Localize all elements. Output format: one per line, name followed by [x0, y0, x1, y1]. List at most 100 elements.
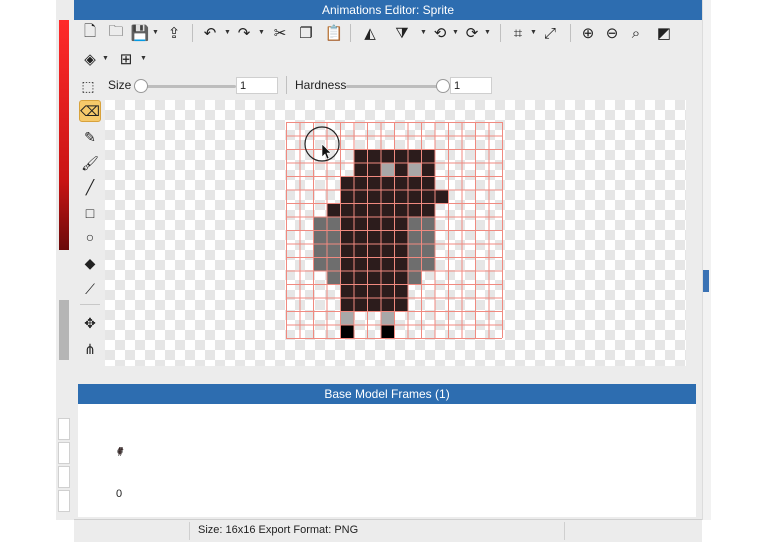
- sprite-pixel: [367, 149, 381, 163]
- color-toggle-icon[interactable]: ◩: [654, 23, 674, 43]
- thumbnail-pixel: [120, 452, 122, 454]
- sprite-pixel: [313, 230, 327, 244]
- thumbnail-pixel: [117, 450, 119, 452]
- dropdown-caret-icon[interactable]: ▼: [530, 23, 538, 43]
- eyedropper-tool-icon[interactable]: ⟋: [79, 278, 101, 300]
- flip-vertical-icon[interactable]: ⧩: [392, 23, 412, 43]
- copy-icon[interactable]: ❐: [296, 23, 316, 43]
- thumbnail-pixel: [122, 448, 123, 450]
- thumbnail-pixel: [121, 451, 123, 453]
- thumbnail-pixel: [120, 452, 121, 453]
- selection-marquee-icon[interactable]: ⬚: [78, 76, 98, 96]
- sprite-pixel: [394, 230, 408, 244]
- thumbnail-pixel: [119, 449, 121, 450]
- open-folder-icon[interactable]: 🗀: [106, 23, 126, 43]
- hardness-slider[interactable]: [346, 85, 446, 88]
- undo-icon[interactable]: ↶: [200, 23, 220, 43]
- dropdown-caret-icon[interactable]: ▼: [140, 49, 148, 69]
- paste-icon[interactable]: 📋: [324, 23, 344, 43]
- ellipse-tool-icon[interactable]: ○: [79, 226, 101, 248]
- grid-icon[interactable]: ⊞: [116, 49, 136, 69]
- zoom-in-icon[interactable]: ⊕: [578, 23, 598, 43]
- sprite-pixel: [380, 176, 394, 190]
- thumbnail-pixel: [121, 450, 123, 451]
- flip-horizontal-icon[interactable]: ◭: [360, 23, 380, 43]
- thumbnail-pixel: [120, 447, 121, 449]
- eraser-tool-icon[interactable]: ⌫: [79, 100, 101, 122]
- status-separator: [564, 522, 565, 540]
- save-icon[interactable]: 💾: [130, 23, 150, 43]
- zoom-fit-icon[interactable]: ⌕: [626, 23, 646, 43]
- rotate-left-icon[interactable]: ⟲: [430, 23, 450, 43]
- sprite-pixel: [407, 162, 421, 176]
- thumbnail-pixel: [119, 452, 120, 453]
- dropdown-caret-icon[interactable]: ▼: [224, 23, 232, 43]
- thumbnail-pixel: [120, 454, 121, 456]
- dropdown-caret-icon[interactable]: ▼: [258, 23, 266, 43]
- sprite-pixel: [380, 203, 394, 217]
- frame-thumbnail[interactable]: [116, 446, 126, 458]
- rectangle-tool-icon[interactable]: □: [79, 202, 101, 224]
- size-slider[interactable]: [134, 85, 236, 88]
- zoom-out-icon[interactable]: ⊖: [602, 23, 622, 43]
- sprite-pixel: [421, 203, 435, 217]
- thumbnail-pixel: [117, 452, 119, 454]
- resize-icon[interactable]: ⤢: [540, 23, 560, 43]
- brush-tool-icon[interactable]: 🖌: [79, 152, 101, 174]
- sprite-pixel: [394, 149, 408, 163]
- sprite-pixel: [407, 270, 421, 284]
- move-tool-icon[interactable]: ✥: [79, 312, 101, 334]
- thumbnail-pixel: [118, 448, 120, 450]
- dropdown-caret-icon[interactable]: ▼: [152, 23, 160, 43]
- thumbnail-pixel: [120, 447, 122, 449]
- sprite-pixel: [340, 284, 354, 298]
- size-slider-thumb[interactable]: [134, 79, 148, 93]
- thumbnail-pixel: [119, 452, 120, 454]
- redo-icon[interactable]: ↷: [234, 23, 254, 43]
- thumbnail-pixel: [122, 450, 123, 452]
- pivot-tool-icon[interactable]: ⋔: [79, 338, 101, 360]
- hardness-slider-thumb[interactable]: [436, 79, 450, 93]
- fill-bucket-tool-icon[interactable]: ◆: [79, 252, 101, 274]
- sprite-pixel: [421, 243, 435, 257]
- hardness-field[interactable]: 1: [450, 77, 492, 94]
- sprite-pixel: [407, 189, 421, 203]
- thumbnail-pixel: [119, 452, 121, 453]
- thumbnail-pixel: [121, 450, 123, 452]
- sprite-pixel: [394, 203, 408, 217]
- dropdown-caret-icon[interactable]: ▼: [484, 23, 492, 43]
- sprite-pixel: [353, 284, 367, 298]
- crop-icon[interactable]: ⌗: [508, 23, 528, 43]
- thumbnail-pixel: [119, 450, 120, 451]
- background-fields: [58, 418, 70, 512]
- sprite-pixel: [367, 189, 381, 203]
- sprite-pixel: [353, 230, 367, 244]
- thumbnail-pixel: [120, 451, 121, 453]
- sprite-pixel: [340, 243, 354, 257]
- line-tool-icon[interactable]: ╱: [79, 176, 101, 198]
- dropdown-caret-icon[interactable]: ▼: [420, 23, 428, 43]
- sprite-pixel: [380, 311, 394, 325]
- sprite-pixel: [353, 297, 367, 311]
- pencil-tool-icon[interactable]: ✎: [79, 126, 101, 148]
- drawing-canvas[interactable]: [105, 100, 686, 366]
- thumbnail-pixel: [122, 447, 123, 448]
- sprite-pixel: [367, 270, 381, 284]
- frames-header: Base Model Frames (1): [78, 384, 696, 404]
- cut-icon[interactable]: ✂: [270, 23, 290, 43]
- dropdown-caret-icon[interactable]: ▼: [102, 49, 110, 69]
- sprite-canvas[interactable]: [286, 122, 505, 341]
- dropdown-caret-icon[interactable]: ▼: [452, 23, 460, 43]
- thumbnail-pixel: [119, 451, 120, 453]
- sprite-pixel: [380, 216, 394, 230]
- export-icon[interactable]: ⇪: [164, 23, 184, 43]
- sprite-pixel: [340, 311, 354, 325]
- thumbnail-pixel: [117, 450, 118, 451]
- thumbnail-pixel: [122, 449, 123, 451]
- size-field[interactable]: 1: [236, 77, 278, 94]
- thumbnail-pixel: [117, 452, 119, 453]
- layers-icon[interactable]: ◈: [80, 49, 100, 69]
- thumbnail-pixel: [121, 449, 123, 451]
- new-file-icon[interactable]: 🗋: [80, 23, 100, 43]
- rotate-right-icon[interactable]: ⟳: [462, 23, 482, 43]
